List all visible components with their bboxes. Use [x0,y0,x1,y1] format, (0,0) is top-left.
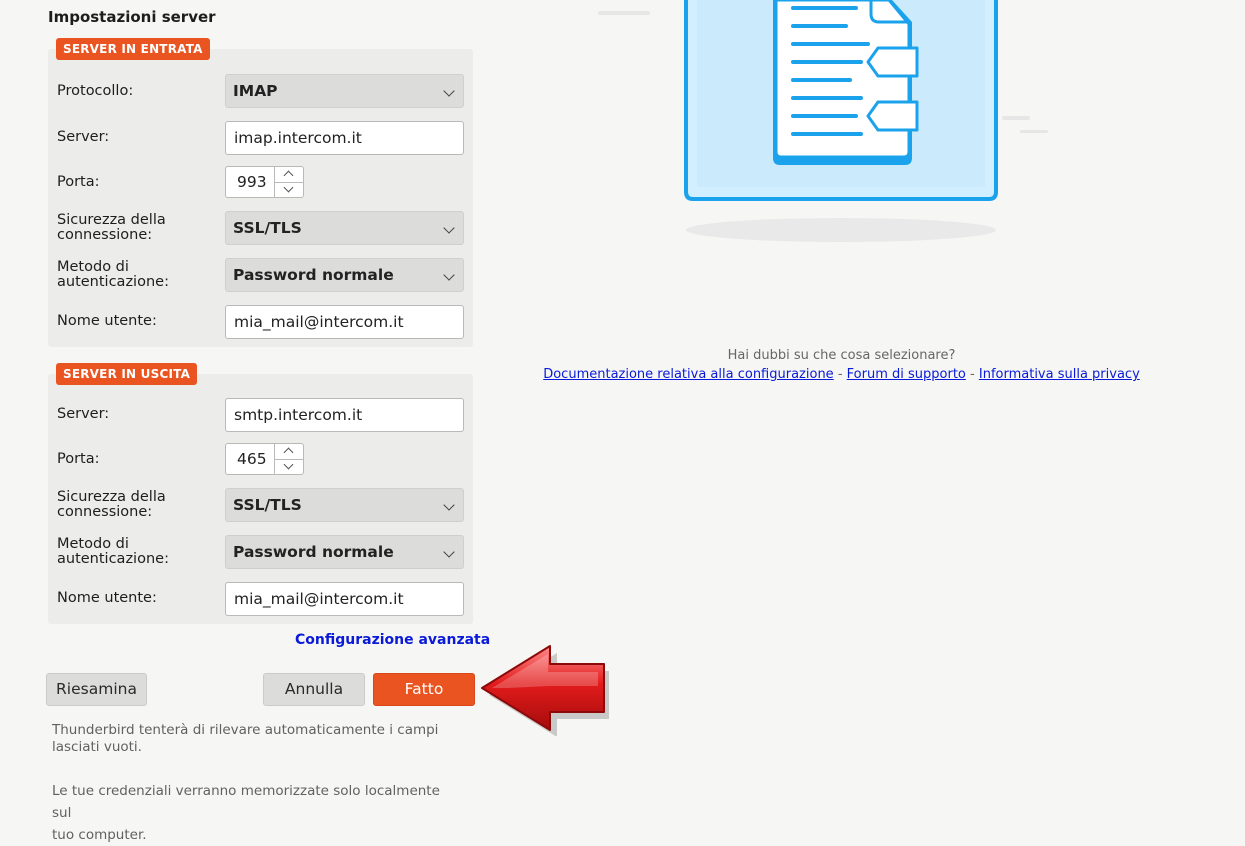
review-button[interactable]: Riesamina [46,673,147,706]
credentials-note-line1: Le tue credenziali verranno memorizzate … [52,783,440,821]
outgoing-server-label: Server: [57,406,110,422]
incoming-auth-label-line2: autenticazione: [57,274,169,290]
autodetect-note-line2: lasciati vuoti. [52,739,142,755]
section-title: Impostazioni server [48,8,216,26]
outgoing-server-badge: SERVER IN USCITA [56,363,198,385]
incoming-security-label-line1: Sicurezza della [57,212,166,228]
support-forum-link[interactable]: Forum di supporto [847,367,966,382]
privacy-link[interactable]: Informativa sulla privacy [979,367,1140,382]
outgoing-port-value: 465 [237,450,267,468]
incoming-protocol-value: IMAP [233,82,278,100]
incoming-protocol-select[interactable]: IMAP [225,74,464,108]
autodetect-note: Thunderbird tenterà di rilevare automati… [52,722,452,756]
outgoing-auth-label: Metodo di autenticazione: [57,537,169,567]
incoming-auth-label: Metodo di autenticazione: [57,260,169,290]
chevron-down-icon [443,499,455,511]
outgoing-auth-select[interactable]: Password normale [225,535,464,569]
docs-link[interactable]: Documentazione relativa alla configurazi… [543,367,833,382]
outgoing-port-stepper[interactable]: 465 [225,443,304,475]
stepper-buttons [274,444,303,474]
outgoing-auth-label-line2: autenticazione: [57,551,169,567]
incoming-security-label: Sicurezza della connessione: [57,213,166,243]
done-button[interactable]: Fatto [373,673,475,706]
decrement-icon[interactable] [275,182,303,197]
incoming-auth-value: Password normale [233,266,394,284]
incoming-port-stepper[interactable]: 993 [225,166,304,198]
outgoing-server-input[interactable]: smtp.intercom.it [225,398,464,432]
stepper-buttons [274,167,303,197]
outgoing-auth-label-line1: Metodo di [57,536,129,552]
chevron-down-icon [443,85,455,97]
document-illustration-icon [598,0,1048,242]
outgoing-auth-value: Password normale [233,543,394,561]
outgoing-username-label: Nome utente: [57,590,157,606]
increment-icon[interactable] [275,167,303,183]
separator: - [837,367,843,382]
cancel-button[interactable]: Annulla [263,673,365,706]
chevron-down-icon [443,546,455,558]
outgoing-security-select[interactable]: SSL/TLS [225,488,464,522]
incoming-port-value: 993 [237,173,267,191]
incoming-protocol-label: Protocollo: [57,83,134,99]
increment-icon[interactable] [275,444,303,460]
separator: - [970,367,975,382]
incoming-username-input[interactable]: mia_mail@intercom.it [225,305,464,339]
autodetect-note-line1: Thunderbird tenterà di rilevare automati… [52,722,439,738]
advanced-config-link[interactable]: Configurazione avanzata [295,632,490,648]
outgoing-security-label-line2: connessione: [57,504,153,520]
red-arrow-icon [481,645,609,736]
chevron-down-icon [443,269,455,281]
chevron-down-icon [443,222,455,234]
outgoing-username-input[interactable]: mia_mail@intercom.it [225,582,464,616]
incoming-security-value: SSL/TLS [233,219,302,237]
incoming-server-label: Server: [57,129,110,145]
incoming-security-select[interactable]: SSL/TLS [225,211,464,245]
outgoing-security-label: Sicurezza della connessione: [57,490,166,520]
incoming-server-badge: SERVER IN ENTRATA [56,38,210,60]
decrement-icon[interactable] [275,459,303,474]
incoming-auth-select[interactable]: Password normale [225,258,464,292]
credentials-note: Le tue credenziali verranno memorizzate … [52,780,452,846]
help-links: Documentazione relativa alla configurazi… [540,367,1143,382]
incoming-security-label-line2: connessione: [57,227,153,243]
incoming-auth-label-line1: Metodo di [57,259,129,275]
credentials-note-line2: tuo computer. [52,827,147,843]
incoming-username-label: Nome utente: [57,313,157,329]
incoming-server-input[interactable]: imap.intercom.it [225,121,464,155]
outgoing-security-label-line1: Sicurezza della [57,489,166,505]
incoming-port-label: Porta: [57,174,100,190]
help-question: Hai dubbi su che cosa selezionare? [727,348,956,363]
outgoing-port-label: Porta: [57,451,100,467]
outgoing-security-value: SSL/TLS [233,496,302,514]
